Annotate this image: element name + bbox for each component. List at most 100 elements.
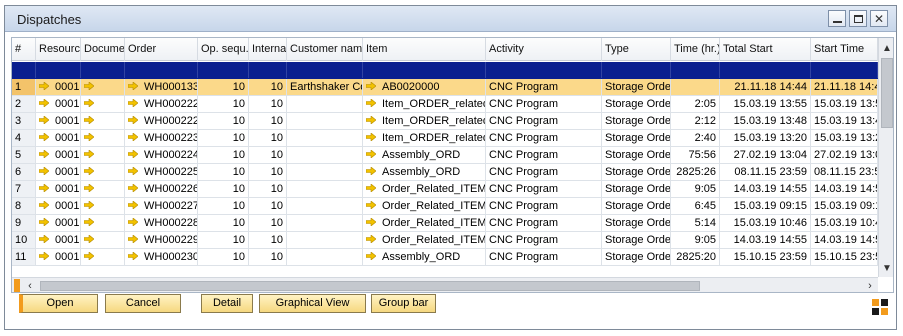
cell-item[interactable]: Item_ORDER_related [363,130,486,146]
minimize-button[interactable] [828,10,846,27]
vertical-scroll-thumb[interactable] [881,58,893,128]
link-arrow-icon[interactable] [84,235,94,244]
link-arrow-icon[interactable] [366,218,376,227]
cell-order[interactable]: WH000224 [125,147,198,163]
link-arrow-icon[interactable] [39,184,49,193]
filter-cell[interactable] [125,62,198,78]
scroll-left-icon[interactable]: ‹ [22,278,38,292]
column-header[interactable]: Internal [249,38,287,61]
filter-cell[interactable] [249,62,287,78]
cell-resource[interactable]: 0001 [36,181,81,197]
link-arrow-icon[interactable] [84,116,94,125]
link-arrow-icon[interactable] [39,150,49,159]
table-row[interactable]: 600011275WH0002251010Assembly_ORDCNC Pro… [12,164,878,181]
table-row[interactable]: 800011277WH0002271010Order_Related_ITEMC… [12,198,878,215]
cell-document[interactable]: 1277 [81,198,125,214]
link-arrow-icon[interactable] [366,82,376,91]
graphical-view-button[interactable]: Graphical View [259,294,366,313]
cell-order[interactable]: WH000223 [125,130,198,146]
link-arrow-icon[interactable] [366,133,376,142]
link-arrow-icon[interactable] [39,99,49,108]
cell-document[interactable]: 1272 [81,96,125,112]
cell-resource[interactable]: 0001 [36,79,81,95]
cell-document[interactable]: 1274 [81,147,125,163]
column-header[interactable]: Resource [36,38,81,61]
link-arrow-icon[interactable] [128,116,138,125]
column-header[interactable]: # [12,38,36,61]
link-arrow-icon[interactable] [84,167,94,176]
filter-cell[interactable] [12,62,36,78]
scroll-up-icon[interactable]: ▲ [879,40,893,56]
link-arrow-icon[interactable] [84,201,94,210]
cell-resource[interactable]: 0001 [36,96,81,112]
link-arrow-icon[interactable] [366,99,376,108]
scroll-right-icon[interactable]: › [862,278,878,292]
column-header[interactable]: Time (hr.) [671,38,720,61]
cell-resource[interactable]: 0001 [36,215,81,231]
column-header[interactable]: Order [125,38,198,61]
column-header[interactable]: Op. sequ. [198,38,249,61]
maximize-button[interactable] [849,10,867,27]
link-arrow-icon[interactable] [84,82,94,91]
table-row[interactable]: 500011274WH0002241010Assembly_ORDCNC Pro… [12,147,878,164]
cell-document[interactable]: 1193 [81,79,125,95]
link-arrow-icon[interactable] [39,82,49,91]
filter-cell[interactable] [671,62,720,78]
link-arrow-icon[interactable] [39,167,49,176]
detail-button[interactable]: Detail [201,294,253,313]
cell-resource[interactable]: 0001 [36,232,81,248]
group-bar-button[interactable]: Group bar [371,294,436,313]
link-arrow-icon[interactable] [128,201,138,210]
cell-order[interactable]: WH000228 [125,215,198,231]
link-arrow-icon[interactable] [39,218,49,227]
table-row[interactable]: 200011272WH0002221010Item_ORDER_relatedC… [12,96,878,113]
link-arrow-icon[interactable] [84,133,94,142]
cell-item[interactable]: Order_Related_ITEM [363,198,486,214]
filter-cell[interactable] [602,62,671,78]
link-arrow-icon[interactable] [128,150,138,159]
filter-cell[interactable] [287,62,363,78]
cell-document[interactable]: 1279 [81,232,125,248]
link-arrow-icon[interactable] [128,235,138,244]
link-arrow-icon[interactable] [366,235,376,244]
cell-document[interactable]: 1280 [81,249,125,265]
filter-cell[interactable] [720,62,811,78]
cell-order[interactable]: WH000133 [125,79,198,95]
filter-cell[interactable] [198,62,249,78]
link-arrow-icon[interactable] [366,116,376,125]
cell-document[interactable]: 1272 [81,113,125,129]
cell-item[interactable]: Assembly_ORD [363,147,486,163]
column-header[interactable]: Total Start [720,38,811,61]
cell-order[interactable]: WH000227 [125,198,198,214]
filter-cell[interactable] [363,62,486,78]
table-row[interactable]: 100011193WH0001331010Earthshaker CorAB00… [12,79,878,96]
link-arrow-icon[interactable] [128,167,138,176]
cell-document[interactable]: 1276 [81,181,125,197]
table-row[interactable]: 300011272WH0002221010Item_ORDER_relatedC… [12,113,878,130]
cell-order[interactable]: WH000226 [125,181,198,197]
close-button[interactable]: ✕ [870,10,888,27]
link-arrow-icon[interactable] [84,150,94,159]
table-row[interactable]: 700011276WH0002261010Order_Related_ITEMC… [12,181,878,198]
column-header[interactable]: Document [81,38,125,61]
open-button[interactable]: Open [19,294,98,313]
table-row[interactable]: 900011278WH0002281010Order_Related_ITEMC… [12,215,878,232]
link-arrow-icon[interactable] [128,82,138,91]
cell-resource[interactable]: 0001 [36,130,81,146]
link-arrow-icon[interactable] [39,252,49,261]
link-arrow-icon[interactable] [366,252,376,261]
column-header[interactable]: Customer name [287,38,363,61]
link-arrow-icon[interactable] [128,184,138,193]
cell-item[interactable]: Item_ORDER_related [363,96,486,112]
table-row[interactable]: 1000011279WH0002291010Order_Related_ITEM… [12,232,878,249]
link-arrow-icon[interactable] [39,116,49,125]
cell-item[interactable]: Assembly_ORD [363,164,486,180]
scroll-down-icon[interactable]: ▼ [879,260,893,276]
cell-document[interactable]: 1273 [81,130,125,146]
cell-item[interactable]: AB0020000 [363,79,486,95]
column-header[interactable]: Item [363,38,486,61]
link-arrow-icon[interactable] [39,133,49,142]
cell-order[interactable]: WH000225 [125,164,198,180]
column-header[interactable]: Activity [486,38,602,61]
link-arrow-icon[interactable] [128,252,138,261]
